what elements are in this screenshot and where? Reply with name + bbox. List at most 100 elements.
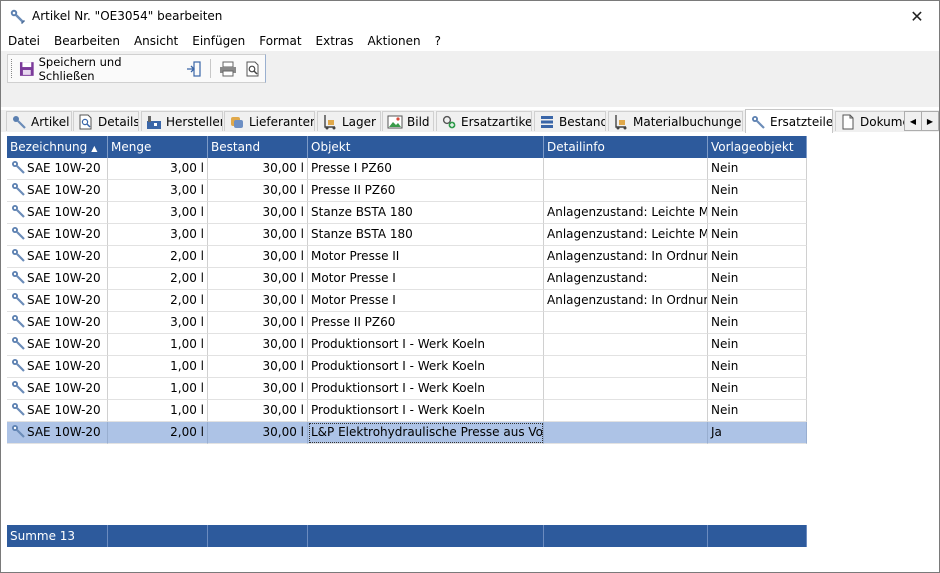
- tab-scroll-left-button[interactable]: ◀: [904, 111, 922, 131]
- cell-menge[interactable]: 1,00 l: [108, 378, 208, 400]
- cell-detailinfo[interactable]: [544, 334, 708, 356]
- cell-bezeichnung[interactable]: SAE 10W-20: [7, 334, 108, 356]
- cell-menge[interactable]: 3,00 l: [108, 202, 208, 224]
- column-header-objekt[interactable]: Objekt: [308, 136, 544, 158]
- tab-lieferanten[interactable]: Lieferanten: [224, 111, 315, 131]
- menu-datei[interactable]: Datei: [1, 34, 47, 48]
- cell-objekt[interactable]: L&P Elektrohydraulische Presse aus Vorla…: [308, 422, 544, 444]
- cell-vorlageobjekt[interactable]: Nein: [708, 246, 807, 268]
- cell-detailinfo[interactable]: [544, 400, 708, 422]
- menu-aktionen[interactable]: Aktionen: [360, 34, 427, 48]
- cell-detailinfo[interactable]: [544, 312, 708, 334]
- tab-hersteller[interactable]: Hersteller: [141, 111, 223, 131]
- tab-artikel[interactable]: Artikel: [6, 111, 72, 131]
- cell-detailinfo[interactable]: [544, 422, 708, 444]
- tab-dokumente[interactable]: Dokumente: [835, 111, 905, 131]
- cell-bestand[interactable]: 30,00 l: [208, 378, 308, 400]
- cell-bestand[interactable]: 30,00 l: [208, 246, 308, 268]
- cell-menge[interactable]: 1,00 l: [108, 400, 208, 422]
- cell-vorlageobjekt[interactable]: Nein: [708, 312, 807, 334]
- cell-objekt[interactable]: Motor Presse II: [308, 246, 544, 268]
- cell-objekt[interactable]: Motor Presse I: [308, 268, 544, 290]
- cell-objekt[interactable]: Stanze BSTA 180: [308, 202, 544, 224]
- cell-detailinfo[interactable]: Anlagenzustand: In Ordnung: [544, 290, 708, 312]
- cell-menge[interactable]: 3,00 l: [108, 224, 208, 246]
- cell-bezeichnung[interactable]: SAE 10W-20: [7, 224, 108, 246]
- column-header-menge[interactable]: Menge: [108, 136, 208, 158]
- cell-objekt[interactable]: Produktionsort I - Werk Koeln: [308, 378, 544, 400]
- cell-bezeichnung[interactable]: SAE 10W-20: [7, 356, 108, 378]
- tab-bestand[interactable]: Bestand: [534, 111, 606, 131]
- menu-bearbeiten[interactable]: Bearbeiten: [47, 34, 127, 48]
- cell-bezeichnung[interactable]: SAE 10W-20: [7, 202, 108, 224]
- cell-bezeichnung[interactable]: SAE 10W-20: [7, 180, 108, 202]
- cell-menge[interactable]: 3,00 l: [108, 180, 208, 202]
- cell-detailinfo[interactable]: [544, 356, 708, 378]
- cell-menge[interactable]: 3,00 l: [108, 158, 208, 180]
- cell-vorlageobjekt[interactable]: Ja: [708, 422, 807, 444]
- exit-button[interactable]: [182, 57, 206, 80]
- tab-ersatzartikel[interactable]: Ersatzartikel: [436, 111, 532, 131]
- cell-vorlageobjekt[interactable]: Nein: [708, 202, 807, 224]
- tab-details[interactable]: Details: [73, 111, 139, 131]
- cell-vorlageobjekt[interactable]: Nein: [708, 400, 807, 422]
- cell-bezeichnung[interactable]: SAE 10W-20: [7, 422, 108, 444]
- menu-format[interactable]: Format: [252, 34, 308, 48]
- cell-objekt[interactable]: Presse II PZ60: [308, 180, 544, 202]
- cell-detailinfo[interactable]: [544, 378, 708, 400]
- cell-bestand[interactable]: 30,00 l: [208, 290, 308, 312]
- tab-lager[interactable]: Lager: [317, 111, 381, 131]
- menu-help[interactable]: ?: [428, 34, 448, 48]
- tab-bild[interactable]: Bild: [382, 111, 434, 131]
- cell-menge[interactable]: 1,00 l: [108, 334, 208, 356]
- column-header-detailinfo[interactable]: Detailinfo: [544, 136, 708, 158]
- cell-objekt[interactable]: Stanze BSTA 180: [308, 224, 544, 246]
- cell-menge[interactable]: 2,00 l: [108, 246, 208, 268]
- cell-vorlageobjekt[interactable]: Nein: [708, 378, 807, 400]
- cell-menge[interactable]: 3,00 l: [108, 312, 208, 334]
- tab-ersatzteile[interactable]: Ersatzteile: [745, 109, 833, 133]
- cell-vorlageobjekt[interactable]: Nein: [708, 158, 807, 180]
- cell-bezeichnung[interactable]: SAE 10W-20: [7, 158, 108, 180]
- menu-extras[interactable]: Extras: [309, 34, 361, 48]
- cell-objekt[interactable]: Motor Presse I: [308, 290, 544, 312]
- cell-objekt[interactable]: Produktionsort I - Werk Koeln: [308, 400, 544, 422]
- cell-objekt[interactable]: Presse II PZ60: [308, 312, 544, 334]
- column-header-vorlageobjekt[interactable]: Vorlageobjekt: [708, 136, 807, 158]
- cell-menge[interactable]: 1,00 l: [108, 356, 208, 378]
- cell-objekt[interactable]: Presse I PZ60: [308, 158, 544, 180]
- menu-ansicht[interactable]: Ansicht: [127, 34, 185, 48]
- cell-detailinfo[interactable]: [544, 180, 708, 202]
- cell-vorlageobjekt[interactable]: Nein: [708, 290, 807, 312]
- tab-scroll-right-button[interactable]: ▶: [921, 111, 939, 131]
- cell-bestand[interactable]: 30,00 l: [208, 422, 308, 444]
- column-header-bestand[interactable]: Bestand: [208, 136, 308, 158]
- cell-vorlageobjekt[interactable]: Nein: [708, 180, 807, 202]
- cell-bestand[interactable]: 30,00 l: [208, 268, 308, 290]
- cell-objekt[interactable]: Produktionsort I - Werk Koeln: [308, 356, 544, 378]
- cell-bezeichnung[interactable]: SAE 10W-20: [7, 290, 108, 312]
- cell-bestand[interactable]: 30,00 l: [208, 400, 308, 422]
- cell-detailinfo[interactable]: Anlagenzustand:: [544, 268, 708, 290]
- cell-menge[interactable]: 2,00 l: [108, 290, 208, 312]
- cell-bestand[interactable]: 30,00 l: [208, 202, 308, 224]
- print-preview-button[interactable]: [241, 57, 265, 80]
- cell-bestand[interactable]: 30,00 l: [208, 334, 308, 356]
- tab-materialbuchungen[interactable]: Materialbuchungen: [608, 111, 743, 131]
- menu-einfuegen[interactable]: Einfügen: [185, 34, 252, 48]
- close-button[interactable]: ✕: [895, 1, 939, 31]
- save-and-close-button[interactable]: Speichern und Schließen: [15, 55, 182, 83]
- cell-detailinfo[interactable]: Anlagenzustand: Leichte Mä...: [544, 202, 708, 224]
- cell-bezeichnung[interactable]: SAE 10W-20: [7, 312, 108, 334]
- cell-vorlageobjekt[interactable]: Nein: [708, 356, 807, 378]
- cell-objekt[interactable]: Produktionsort I - Werk Koeln: [308, 334, 544, 356]
- cell-menge[interactable]: 2,00 l: [108, 422, 208, 444]
- cell-bestand[interactable]: 30,00 l: [208, 224, 308, 246]
- column-header-bezeichnung[interactable]: Bezeichnung ▲: [7, 136, 108, 158]
- cell-menge[interactable]: 2,00 l: [108, 268, 208, 290]
- cell-bestand[interactable]: 30,00 l: [208, 312, 308, 334]
- cell-vorlageobjekt[interactable]: Nein: [708, 224, 807, 246]
- cell-detailinfo[interactable]: [544, 158, 708, 180]
- cell-bezeichnung[interactable]: SAE 10W-20: [7, 400, 108, 422]
- print-button[interactable]: [215, 57, 241, 80]
